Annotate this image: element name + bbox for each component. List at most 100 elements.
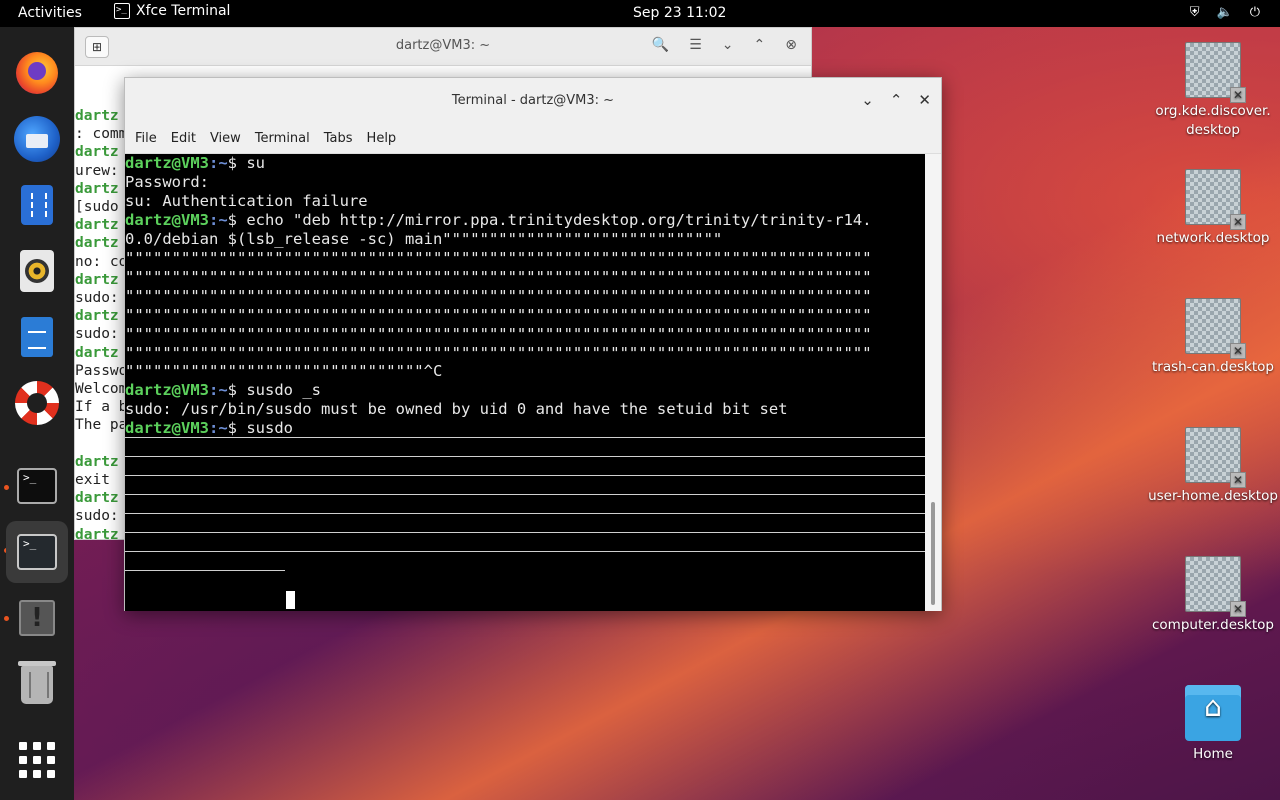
running-indicator — [4, 485, 9, 490]
desktop-icon-label: Home — [1193, 746, 1233, 762]
firefox-icon — [16, 52, 58, 94]
input-continuation-line — [125, 457, 927, 477]
running-indicator — [4, 616, 9, 621]
writer-icon — [21, 317, 53, 357]
terminal-line: """"""""""""""""""""""""""""""""""""""""… — [125, 286, 872, 305]
minimize-icon[interactable]: ⌄ — [861, 91, 874, 109]
clock[interactable]: Sep 23 11:02 — [633, 5, 726, 21]
terminal-icon: >_ — [17, 534, 57, 570]
desktop-file-icon: ✕ — [1185, 42, 1246, 103]
desktop-icon-label: trash-can.desktop — [1152, 359, 1274, 375]
show-apps-button[interactable] — [12, 735, 62, 785]
apps-grid-icon — [19, 742, 55, 778]
menu-edit[interactable]: Edit — [164, 131, 203, 146]
back-window-titlebar[interactable]: ⊞ dartz@VM3: ~ 🔍 ☰ ⌄ ⌃ ⊗ — [75, 28, 811, 66]
app-name: Xfce Terminal — [136, 3, 231, 19]
desktop-icon-discover[interactable]: ✕ org.kde.discover. desktop — [1143, 42, 1280, 140]
terminal-line: """"""""""""""""""""""""""""""""""""""""… — [125, 305, 872, 324]
maximize-icon[interactable]: ⌃ — [890, 91, 903, 109]
dock-item-trash[interactable] — [12, 660, 62, 710]
network-icon: ✕ — [1185, 169, 1246, 230]
desktop-icon-trash-can[interactable]: ✕ trash-can.desktop — [1143, 298, 1280, 377]
terminal-titlebar[interactable]: Terminal - dartz@VM3: ~ ⌄ ⌃ ✕ — [125, 78, 941, 124]
dock-item-terminal-1[interactable]: >_ — [12, 461, 62, 511]
terminal-title: Terminal - dartz@VM3: ~ — [451, 93, 615, 108]
scrollbar-thumb[interactable] — [931, 502, 935, 605]
power-icon[interactable]: ⏻ — [1250, 5, 1260, 20]
dock-item-writer[interactable] — [12, 312, 62, 362]
terminal-icon: >_ — [114, 3, 130, 19]
trash-icon — [18, 661, 56, 704]
input-continuation-line — [125, 552, 285, 571]
input-continuation-line — [125, 533, 927, 552]
close-icon[interactable]: ✕ — [918, 91, 931, 109]
dock-item-files[interactable] — [12, 180, 62, 230]
broken-link-icon: ✕ — [1230, 87, 1246, 103]
desktop-icon-label: computer.desktop — [1151, 617, 1274, 633]
terminal-line: """"""""""""""""""""""""""""""""^C — [125, 362, 443, 381]
terminal-scrollbar[interactable] — [925, 154, 941, 611]
terminal-line: """"""""""""""""""""""""""""""""""""""""… — [125, 267, 872, 286]
app-menu[interactable]: >_ Xfce Terminal — [114, 3, 230, 19]
desktop-icon-user-home[interactable]: ✕ user-home.desktop — [1143, 427, 1280, 506]
desktop-icon-label: network.desktop — [1156, 230, 1270, 246]
files-icon — [21, 185, 53, 225]
terminal-line: dartz@VM3:~$ su — [125, 154, 266, 172]
dock-item-thunderbird[interactable] — [12, 114, 62, 164]
terminal-line: Password: — [125, 172, 209, 191]
thunderbird-icon — [14, 116, 60, 162]
broken-link-icon: ✕ — [1230, 214, 1246, 230]
search-icon[interactable]: 🔍 — [652, 37, 669, 53]
dock-item-warning[interactable]: ! — [12, 593, 62, 643]
menu-icon[interactable]: ☰ — [689, 37, 702, 53]
dock-item-rhythmbox[interactable] — [12, 246, 62, 296]
dock-item-firefox[interactable] — [12, 48, 62, 98]
home-folder-icon — [1185, 685, 1241, 741]
dock-item-terminal-2[interactable]: >_ — [6, 521, 68, 583]
desktop-icon-network[interactable]: ✕ network.desktop — [1143, 169, 1280, 248]
terminal-cursor — [286, 591, 295, 609]
maximize-icon[interactable]: ⌃ — [754, 37, 766, 53]
terminal-line: """"""""""""""""""""""""""""""""""""""""… — [125, 343, 872, 362]
shield-icon[interactable]: ⛨ — [1190, 5, 1200, 20]
desktop-icon-home[interactable]: Home — [1143, 685, 1280, 764]
broken-link-icon: ✕ — [1230, 472, 1246, 488]
dock-item-help[interactable] — [12, 378, 62, 428]
close-icon[interactable]: ⊗ — [785, 37, 797, 53]
broken-link-icon: ✕ — [1230, 601, 1246, 617]
user-home-icon: ✕ — [1185, 427, 1246, 488]
terminal-output[interactable]: dartz@VM3:~$ su Password: su: Authenticati… — [125, 154, 927, 611]
trash-icon: ✕ — [1185, 298, 1246, 359]
input-continuation-line — [125, 438, 927, 458]
back-window-controls: 🔍 ☰ ⌄ ⌃ ⊗ — [652, 37, 797, 53]
terminal-line: dartz@VM3:~$ susdo _s — [125, 381, 321, 400]
input-continuation-line — [125, 514, 927, 533]
menu-bar: File Edit View Terminal Tabs Help — [125, 124, 941, 154]
menu-tabs[interactable]: Tabs — [317, 131, 360, 146]
input-continuation-line — [125, 476, 927, 496]
window-controls: ⌄ ⌃ ✕ — [861, 91, 931, 109]
system-tray[interactable]: ⛨ 🔈 ⏻ — [1190, 5, 1260, 20]
terminal-window[interactable]: Terminal - dartz@VM3: ~ ⌄ ⌃ ✕ File Edit … — [124, 77, 942, 611]
activities-button[interactable]: Activities — [18, 5, 82, 21]
terminal-line: dartz@VM3:~$ susdo — [125, 419, 927, 439]
menu-help[interactable]: Help — [360, 131, 404, 146]
desktop-icon-label: user-home.desktop — [1148, 488, 1278, 504]
terminal-line: """"""""""""""""""""""""""""""""""""""""… — [125, 248, 872, 267]
speaker-icon[interactable]: 🔈 — [1217, 5, 1233, 20]
menu-terminal[interactable]: Terminal — [248, 131, 317, 146]
input-continuation-line — [125, 495, 927, 515]
terminal-line: dartz@VM3:~$ echo "deb http://mirror.ppa… — [125, 210, 872, 229]
terminal-line: su: Authentication failure — [125, 191, 368, 210]
computer-icon: ✕ — [1185, 556, 1246, 617]
minimize-icon[interactable]: ⌄ — [722, 37, 734, 53]
rhythmbox-icon — [20, 250, 54, 292]
menu-view[interactable]: View — [203, 131, 248, 146]
help-icon — [15, 381, 59, 425]
dock: >_ >_ ! — [0, 27, 74, 800]
terminal-line: """"""""""""""""""""""""""""""""""""""""… — [125, 324, 872, 343]
desktop-icon-computer[interactable]: ✕ computer.desktop — [1143, 556, 1280, 635]
broken-link-icon: ✕ — [1230, 343, 1246, 359]
menu-file[interactable]: File — [128, 131, 164, 146]
top-bar: Activities >_ Xfce Terminal Sep 23 11:02… — [0, 0, 1280, 27]
